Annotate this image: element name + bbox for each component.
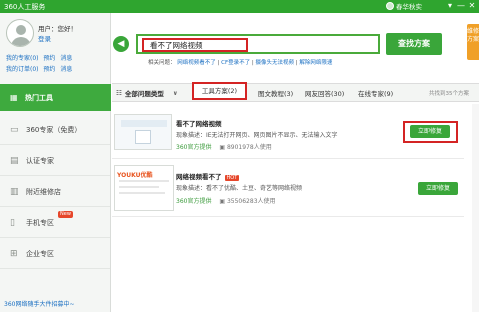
avatar-icon [386,2,394,10]
all-types-dropdown[interactable]: ☷ 全部问题类型 ∨ [116,88,178,98]
repair-side-tab[interactable]: 维修方案 [467,24,479,60]
youku-logo: YOUKU优酷 [117,172,153,179]
results-count: 共找到35个方案 [429,91,469,97]
messages-link[interactable]: 消息 [60,55,72,62]
find-solution-button[interactable]: 查找方案 [386,33,442,55]
sidebar-item-label: 手机专区 [26,218,54,227]
sidebar-item-label: 360专家（免费） [26,125,82,134]
sidebar-item-mobile[interactable]: ▯ 手机专区 New [0,208,110,238]
result-footer: 360官方提供 ▣ 8901978人使用 [176,142,272,151]
sidebar-item-enterprise[interactable]: ⊞ 企业专区 [0,239,110,269]
chat-icon: ▭ [10,124,19,135]
list-item: YOUKU优酷 网络视频看不了 HOT 现象描述：看不了优酷、土豆、奇艺等网络视频… [112,163,464,217]
fix-now-button[interactable]: 立即修复 [410,125,450,138]
tab-experts[interactable]: 在线专家(9) [358,88,393,98]
sidebar-item-hot-tools[interactable]: ▦ 热门工具 [0,84,111,111]
reservation-link[interactable]: 预约 [43,55,55,62]
user-icon: ▤ [10,155,19,166]
related-link[interactable]: 解除网络限速 [299,60,332,66]
avatar-body [11,37,31,46]
all-types-label: 全部问题类型 [124,90,164,98]
people-icon: ▣ [219,144,226,151]
fix-now-button[interactable]: 立即修复 [418,182,458,195]
phone-icon: ▯ [10,217,15,228]
related-link[interactable]: 网络视频看不了 [177,60,216,66]
sidebar-item-label: 认证专家 [26,156,54,165]
result-users: 35506283人使用 [226,198,276,205]
my-orders-link[interactable]: 我的订单(0) [6,66,39,73]
repair-highlight: 立即修复 [403,121,458,143]
messages-link-2[interactable]: 消息 [60,66,72,73]
result-title[interactable]: 看不了网络视频 [176,118,222,128]
back-arrow-icon[interactable]: ◀ [113,36,129,52]
login-link[interactable]: 登录 [38,33,51,43]
result-users: 8901978人使用 [226,144,272,151]
sidebar-item-label: 附近维修店 [26,187,61,196]
result-thumbnail: YOUKU优酷 [114,165,174,211]
shop-icon: ▥ [10,186,19,197]
title-username: 春华秋实 [396,3,422,11]
sidebar-item-label: 热门工具 [25,93,53,102]
result-description: 现象描述：IE无法打开网页、网页图片不显示、无法输入文字 [176,132,338,139]
related-questions: 相关问题： 网络视频看不了 | CF登录不了 | 摄像头无法视频 | 解除网络限… [148,60,333,66]
avatar-head [16,25,26,35]
sidebar: 用户：您好！ 登录 我的专家(0) 预约 消息 我的订单(0) 预约 消息 ▦ … [0,13,111,312]
recruit-link[interactable]: 360网络随手大件招募中~ [4,299,74,308]
sidebar-item-360-expert[interactable]: ▭ 360专家（免费） [0,115,110,145]
user-panel: 用户：您好！ 登录 我的专家(0) 预约 消息 我的订单(0) 预约 消息 [0,13,110,80]
title-bar: 360人工服务 春华秋实 ▾ — ✕ [0,0,479,13]
sidebar-item-repair-shop[interactable]: ▥ 附近维修店 [0,177,110,207]
result-thumbnail [114,114,172,150]
avatar[interactable] [6,19,34,47]
search-box[interactable]: 看不了网络视频 [136,34,380,54]
results-tabs: ☷ 全部问题类型 ∨ 图文教程(3) 网友回答(30) 在线专家(9) 共找到3… [112,83,479,102]
thumb-line [119,180,169,182]
user-links: 我的专家(0) 预约 消息 我的订单(0) 预约 消息 [6,53,75,75]
thumb-line [119,192,165,194]
user-greeting: 用户：您好！ [38,25,77,33]
my-experts-link[interactable]: 我的专家(0) [6,55,39,62]
sidebar-item-label: 企业专区 [26,249,54,258]
chevron-down-icon: ∨ [172,89,178,97]
title-user[interactable]: 春华秋实 [386,1,422,11]
result-source: 360官方提供 [176,198,212,205]
list-icon: ☷ [116,89,122,97]
result-source: 360官方提供 [176,144,212,151]
close-icon[interactable]: ✕ [466,0,478,12]
result-title[interactable]: 网络视频看不了 HOT [176,171,240,181]
related-label: 相关问题： [148,60,176,66]
new-badge: New [58,211,73,218]
sidebar-item-certified-expert[interactable]: ▤ 认证专家 [0,146,110,176]
thumb-line [119,186,159,188]
scrollbar[interactable] [472,104,479,312]
thumb-bar [121,120,167,127]
people-icon: ▣ [219,198,226,205]
thumb-window [135,130,151,144]
tab-tutorials[interactable]: 图文教程(3) [258,88,293,98]
window-title: 360人工服务 [4,3,46,11]
hot-badge: HOT [224,175,240,181]
tab-tool-solutions[interactable]: 工具方案(2) [192,82,247,100]
result-description: 现象描述：看不了优酷、土豆、奇艺等网络视频 [176,185,303,192]
search-input[interactable]: 看不了网络视频 [142,38,248,52]
grid-icon: ▦ [10,93,18,102]
related-link[interactable]: CF登录不了 [221,60,250,66]
related-link[interactable]: 摄像头无法视频 [256,60,295,66]
windows-icon: ⊞ [10,248,18,259]
tab-answers[interactable]: 网友回答(30) [305,88,344,98]
result-title-text: 网络视频看不了 [176,173,222,181]
reservation-link-2[interactable]: 预约 [43,66,55,73]
result-footer: 360官方提供 ▣ 35506283人使用 [176,196,276,205]
